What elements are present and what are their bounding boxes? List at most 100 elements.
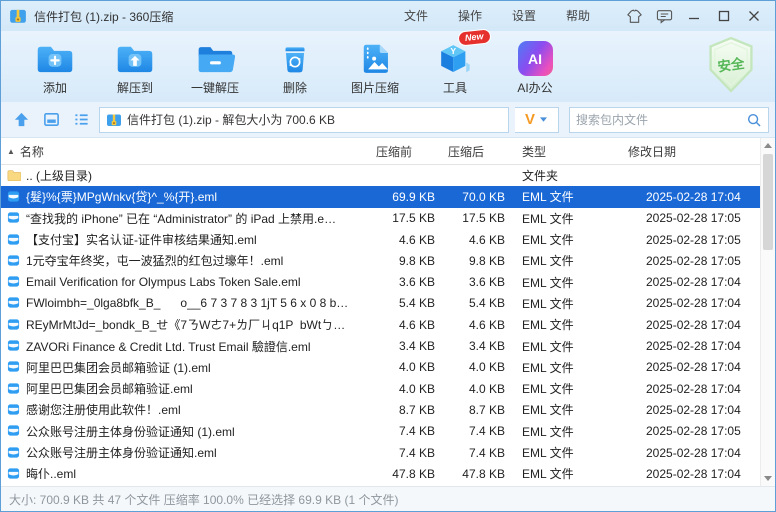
scroll-down-button[interactable] — [761, 471, 775, 486]
size-after: 70.0 KB — [440, 190, 510, 204]
eml-icon — [7, 254, 21, 268]
size-before: 7.4 KB — [368, 424, 440, 438]
content-area: ▲ 名称 压缩前 压缩后 类型 修改日期 .. (上级目录)文件夹{髮}%{票}… — [1, 138, 775, 486]
ai-icon: AI — [518, 39, 553, 77]
column-header-after[interactable]: 压缩后 — [440, 143, 510, 160]
size-after: 5.4 KB — [440, 296, 510, 310]
search-box — [569, 107, 769, 133]
table-row[interactable]: {髮}%{票}MPgWnkv{贷}^_%{开}.eml69.9 KB70.0 K… — [1, 186, 760, 207]
toolbar: 添加 解压到 一键解压 删除 图片压缩 New — [1, 31, 775, 102]
table-row[interactable]: 【支付宝】实名认证-证件审核结果通知.eml4.6 KB4.6 KBEML 文件… — [1, 229, 760, 250]
file-type: EML 文件 — [510, 252, 620, 269]
scrollbar[interactable] — [760, 138, 775, 486]
size-before: 4.6 KB — [368, 233, 440, 247]
v-dropdown[interactable]: V — [515, 107, 559, 133]
modified-date: 2025-02-28 17:04 — [620, 446, 760, 460]
modified-date: 2025-02-28 17:04 — [620, 190, 760, 204]
table-row[interactable]: 1元夺宝年终奖，屯一波猛烈的红包过壕年！.eml9.8 KB9.8 KBEML … — [1, 250, 760, 271]
scrollbar-track[interactable] — [761, 153, 775, 471]
safety-badge[interactable]: 安全 — [705, 36, 757, 99]
one-click-extract-button[interactable]: 一键解压 — [175, 39, 255, 96]
search-icon[interactable] — [746, 112, 762, 128]
menu-operation[interactable]: 操作 — [443, 1, 497, 31]
modified-date: 2025-02-28 17:04 — [620, 275, 760, 289]
eml-icon — [7, 190, 21, 204]
ai-office-button[interactable]: AI AI办公 — [495, 39, 575, 96]
table-row[interactable]: 公众账号注册主体身份验证通知.eml7.4 KB7.4 KBEML 文件2025… — [1, 442, 760, 463]
status-text: 大小: 700.9 KB 共 47 个文件 压缩率 100.0% 已经选择 69… — [9, 491, 398, 508]
column-header-name[interactable]: ▲ 名称 — [1, 143, 368, 160]
folder-extract-icon — [115, 39, 155, 77]
size-before: 47.8 KB — [368, 467, 440, 481]
maximize-button[interactable] — [709, 2, 739, 30]
minimize-button[interactable] — [679, 2, 709, 30]
extract-to-button[interactable]: 解压到 — [95, 39, 175, 96]
table-row[interactable]: 晦仆..eml47.8 KB47.8 KBEML 文件2025-02-28 17… — [1, 463, 760, 484]
table-row[interactable]: .. (上级目录)文件夹 — [1, 165, 760, 186]
eml-icon — [7, 424, 21, 438]
menu-file[interactable]: 文件 — [389, 1, 443, 31]
eml-icon — [7, 233, 21, 247]
close-button[interactable] — [739, 2, 769, 30]
column-header-type[interactable]: 类型 — [510, 143, 620, 160]
scroll-up-button[interactable] — [761, 138, 775, 153]
file-name: 感谢您注册使用此软件！.eml — [26, 401, 181, 418]
column-header-date[interactable]: 修改日期 — [620, 143, 760, 160]
archive-path-input[interactable] — [127, 113, 502, 127]
menu-help[interactable]: 帮助 — [551, 1, 605, 31]
up-directory-icon[interactable] — [9, 108, 33, 132]
table-row[interactable]: 公众账号注册主体身份验证通知 (1).eml7.4 KB7.4 KBEML 文件… — [1, 421, 760, 442]
table-row[interactable]: “查找我的 iPhone” 已在 “Administrator” 的 iPad … — [1, 208, 760, 229]
status-bar: 大小: 700.9 KB 共 47 个文件 压缩率 100.0% 已经选择 69… — [1, 486, 775, 511]
search-input[interactable] — [576, 113, 746, 127]
file-name: REyMrMtJd=_bondk_B_せ《7ㄋWㄜ7+ㄌ厂ㄐq1P bWtㄅ… — [26, 316, 345, 333]
size-after: 47.8 KB — [440, 467, 510, 481]
preview-view-icon[interactable] — [39, 108, 63, 132]
modified-date: 2025-02-28 17:05 — [620, 254, 760, 268]
size-before: 3.4 KB — [368, 339, 440, 353]
size-before: 5.4 KB — [368, 296, 440, 310]
table-row[interactable]: 阿里巴巴集团会员邮箱验证.eml4.0 KB4.0 KBEML 文件2025-0… — [1, 378, 760, 399]
delete-button[interactable]: 删除 — [255, 39, 335, 96]
folder-open-icon — [195, 39, 235, 77]
scrollbar-thumb[interactable] — [763, 154, 773, 250]
table-row[interactable]: REyMrMtJd=_bondk_B_せ《7ㄋWㄜ7+ㄌ厂ㄐq1P bWtㄅ… 4… — [1, 314, 760, 335]
menu-settings[interactable]: 设置 — [497, 1, 551, 31]
feedback-icon[interactable] — [649, 2, 679, 30]
svg-text:Y: Y — [450, 46, 456, 56]
chevron-down-icon — [539, 116, 548, 123]
file-type: EML 文件 — [510, 295, 620, 312]
size-before: 4.6 KB — [368, 318, 440, 332]
zip-file-icon — [106, 112, 122, 128]
skin-icon[interactable] — [619, 2, 649, 30]
window-controls — [619, 2, 769, 30]
file-name: 阿里巴巴集团会员邮箱验证.eml — [26, 380, 193, 397]
folder-add-icon — [35, 39, 75, 77]
size-before: 3.6 KB — [368, 275, 440, 289]
size-before: 7.4 KB — [368, 446, 440, 460]
file-list: .. (上级目录)文件夹{髮}%{票}MPgWnkv{贷}^_%{开}.eml6… — [1, 165, 760, 486]
table-row[interactable]: 阿里巴巴集团会员邮箱验证 (1).eml4.0 KB4.0 KBEML 文件20… — [1, 357, 760, 378]
list-view-icon[interactable] — [69, 108, 93, 132]
eml-icon — [7, 360, 21, 374]
size-before: 4.0 KB — [368, 382, 440, 396]
file-name: 1元夺宝年终奖，屯一波猛烈的红包过壕年！.eml — [26, 252, 283, 269]
table-row[interactable]: ZAVORi Finance & Credit Ltd. Trust Email… — [1, 335, 760, 356]
eml-icon — [7, 403, 21, 417]
size-after: 3.4 KB — [440, 339, 510, 353]
table-row[interactable]: FWloimbh=_0lga8bfk_B_ o__6 7 3 7 8 3 1jT… — [1, 293, 760, 314]
table-row[interactable]: 感谢您注册使用此软件！.eml8.7 KB8.7 KBEML 文件2025-02… — [1, 399, 760, 420]
file-name: 【支付宝】实名认证-证件审核结果通知.eml — [26, 231, 257, 248]
file-type: EML 文件 — [510, 188, 620, 205]
tools-button[interactable]: New Y 工具 — [415, 39, 495, 96]
file-type: EML 文件 — [510, 231, 620, 248]
eml-icon — [7, 446, 21, 460]
eml-icon — [7, 339, 21, 353]
file-name: “查找我的 iPhone” 已在 “Administrator” 的 iPad … — [26, 210, 336, 227]
size-after: 7.4 KB — [440, 424, 510, 438]
add-button[interactable]: 添加 — [15, 39, 95, 96]
column-header-before[interactable]: 压缩前 — [368, 143, 440, 160]
table-row[interactable]: Email Verification for Olympus Labs Toke… — [1, 271, 760, 292]
image-compress-button[interactable]: 图片压缩 — [335, 39, 415, 96]
file-type: 文件夹 — [510, 167, 620, 184]
